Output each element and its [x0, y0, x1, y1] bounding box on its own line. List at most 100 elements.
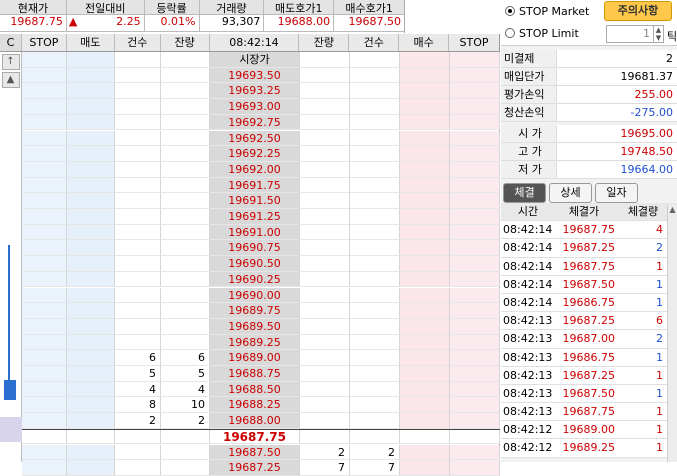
tick-stepper[interactable]: 1 ▲ ▼: [606, 25, 664, 43]
tab-detail[interactable]: 상세: [549, 183, 592, 203]
sell-stop-cell[interactable]: [22, 366, 67, 382]
sell-cell[interactable]: [67, 366, 115, 382]
buy-cell[interactable]: [400, 334, 450, 351]
sell-cell[interactable]: [67, 52, 115, 68]
sell-cell[interactable]: [67, 83, 115, 100]
buy-cell[interactable]: [400, 397, 450, 414]
sell-stop-cell[interactable]: [22, 271, 67, 288]
buy-cell[interactable]: [400, 99, 450, 115]
tab-trades[interactable]: 체결: [503, 183, 546, 203]
buy-cell[interactable]: [400, 429, 450, 445]
buy-stop-cell[interactable]: [450, 256, 500, 272]
sell-stop-cell[interactable]: [22, 224, 67, 241]
buy-cell[interactable]: [400, 366, 450, 382]
sell-stop-cell[interactable]: [22, 209, 67, 225]
sell-cell[interactable]: [67, 209, 115, 225]
buy-cell[interactable]: [400, 350, 450, 366]
sell-cell[interactable]: [67, 303, 115, 319]
buy-stop-cell[interactable]: [450, 193, 500, 209]
buy-stop-cell[interactable]: [450, 114, 500, 131]
buy-stop-cell[interactable]: [450, 209, 500, 225]
buy-cell[interactable]: [400, 318, 450, 335]
buy-stop-cell[interactable]: [450, 130, 500, 147]
buy-cell[interactable]: [400, 381, 450, 398]
sell-cell[interactable]: [67, 240, 115, 257]
sell-stop-cell[interactable]: [22, 429, 67, 445]
sell-stop-cell[interactable]: [22, 99, 67, 115]
buy-cell[interactable]: [400, 209, 450, 225]
sell-cell[interactable]: [67, 224, 115, 241]
sell-stop-cell[interactable]: [22, 397, 67, 414]
sell-cell[interactable]: [67, 381, 115, 398]
scroll-up-icon[interactable]: ▲: [668, 205, 677, 214]
buy-stop-cell[interactable]: [450, 67, 500, 84]
buy-stop-cell[interactable]: [450, 99, 500, 115]
buy-cell[interactable]: [400, 67, 450, 84]
sell-cell[interactable]: [67, 67, 115, 84]
scroll-up-button[interactable]: ▲: [1, 72, 20, 88]
buy-stop-cell[interactable]: [450, 429, 500, 445]
buy-stop-cell[interactable]: [450, 224, 500, 241]
sell-stop-cell[interactable]: [22, 256, 67, 272]
sell-cell[interactable]: [67, 130, 115, 147]
sell-cell[interactable]: [67, 99, 115, 115]
buy-stop-cell[interactable]: [450, 350, 500, 366]
sell-stop-cell[interactable]: [22, 318, 67, 335]
sell-stop-cell[interactable]: [22, 460, 67, 476]
buy-stop-cell[interactable]: [450, 334, 500, 351]
notice-button[interactable]: 주의사항: [604, 1, 672, 21]
sell-cell[interactable]: [67, 429, 115, 445]
sell-stop-cell[interactable]: [22, 240, 67, 257]
sell-cell[interactable]: [67, 177, 115, 194]
sell-cell[interactable]: [67, 287, 115, 304]
buy-cell[interactable]: [400, 114, 450, 131]
sell-cell[interactable]: [67, 114, 115, 131]
buy-cell[interactable]: [400, 413, 450, 429]
buy-cell[interactable]: [400, 193, 450, 209]
tab-daily[interactable]: 일자: [595, 183, 638, 203]
sell-cell[interactable]: [67, 444, 115, 461]
buy-stop-cell[interactable]: [450, 381, 500, 398]
sell-stop-cell[interactable]: [22, 413, 67, 429]
buy-cell[interactable]: [400, 52, 450, 68]
sell-stop-cell[interactable]: [22, 52, 67, 68]
buy-cell[interactable]: [400, 256, 450, 272]
buy-stop-cell[interactable]: [450, 161, 500, 178]
buy-stop-cell[interactable]: [450, 318, 500, 335]
buy-stop-cell[interactable]: [450, 303, 500, 319]
sell-cell[interactable]: [67, 334, 115, 351]
sell-stop-cell[interactable]: [22, 114, 67, 131]
buy-stop-cell[interactable]: [450, 460, 500, 476]
buy-cell[interactable]: [400, 287, 450, 304]
buy-cell[interactable]: [400, 240, 450, 257]
sell-stop-cell[interactable]: [22, 130, 67, 147]
sell-cell[interactable]: [67, 397, 115, 414]
buy-cell[interactable]: [400, 130, 450, 147]
sell-stop-cell[interactable]: [22, 177, 67, 194]
buy-stop-cell[interactable]: [450, 444, 500, 461]
buy-cell[interactable]: [400, 146, 450, 162]
trade-scrollbar[interactable]: ▲: [667, 205, 677, 462]
buy-stop-cell[interactable]: [450, 397, 500, 414]
sell-cell[interactable]: [67, 161, 115, 178]
buy-cell[interactable]: [400, 161, 450, 178]
sell-stop-cell[interactable]: [22, 161, 67, 178]
sell-stop-cell[interactable]: [22, 444, 67, 461]
buy-stop-cell[interactable]: [450, 240, 500, 257]
sell-stop-cell[interactable]: [22, 146, 67, 162]
sell-stop-cell[interactable]: [22, 303, 67, 319]
sell-cell[interactable]: [67, 271, 115, 288]
scroll-top-button[interactable]: ↑: [1, 54, 20, 70]
sell-cell[interactable]: [67, 413, 115, 429]
buy-cell[interactable]: [400, 83, 450, 100]
buy-cell[interactable]: [400, 271, 450, 288]
sell-cell[interactable]: [67, 193, 115, 209]
buy-stop-cell[interactable]: [450, 146, 500, 162]
sell-stop-cell[interactable]: [22, 381, 67, 398]
buy-cell[interactable]: [400, 224, 450, 241]
sell-cell[interactable]: [67, 256, 115, 272]
clear-button[interactable]: C: [0, 34, 22, 51]
buy-cell[interactable]: [400, 303, 450, 319]
buy-stop-cell[interactable]: [450, 52, 500, 68]
buy-stop-cell[interactable]: [450, 287, 500, 304]
